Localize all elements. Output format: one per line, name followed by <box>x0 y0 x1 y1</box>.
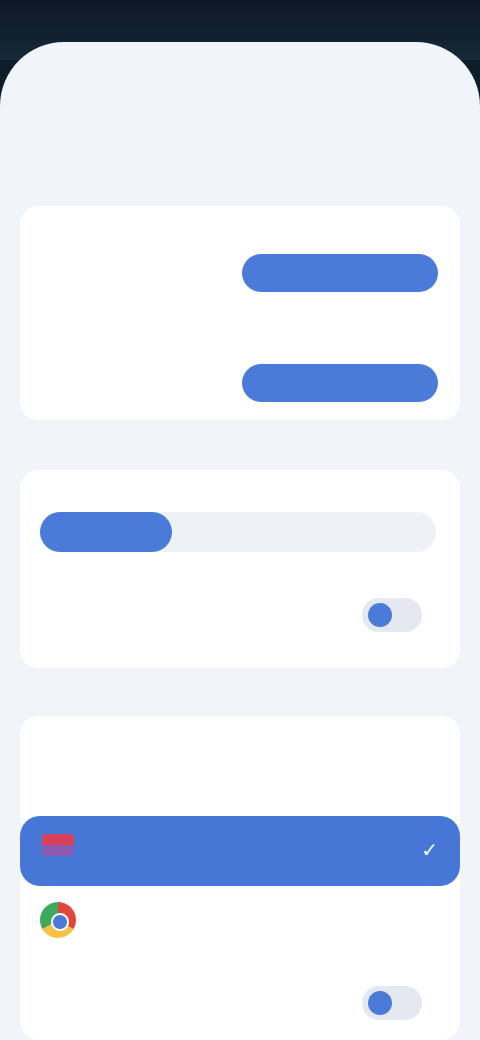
toggle-knob <box>368 603 392 627</box>
settings-card-2 <box>20 470 460 668</box>
selected-item-bar[interactable]: ✓ <box>20 816 460 886</box>
check-icon: ✓ <box>421 840 438 862</box>
settings-sheet <box>0 42 480 1040</box>
segment-option-1[interactable] <box>40 512 172 552</box>
segment-option-2[interactable] <box>180 512 430 552</box>
row2-button[interactable] <box>242 364 438 402</box>
row1-button[interactable] <box>242 254 438 292</box>
settings-card-1 <box>20 206 460 420</box>
flag-icon <box>42 834 74 856</box>
segmented-control <box>40 512 436 552</box>
toggle-knob <box>368 991 392 1015</box>
card2-toggle[interactable] <box>362 598 422 632</box>
card3-toggle[interactable] <box>362 986 422 1020</box>
chrome-icon <box>40 902 76 938</box>
